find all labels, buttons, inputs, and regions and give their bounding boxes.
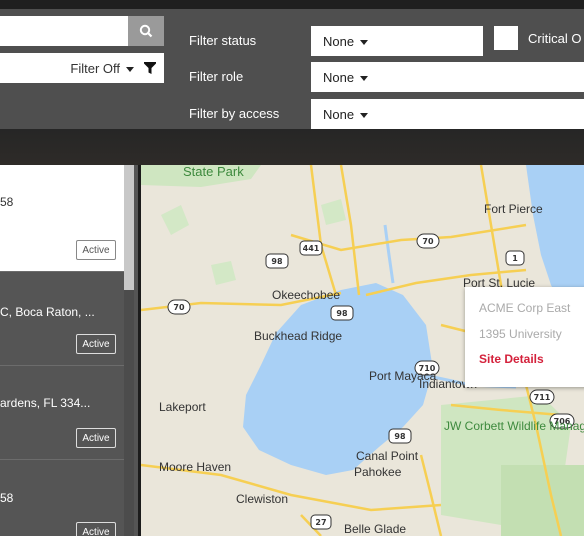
highway-shield-label: 70 [422,237,434,246]
map-label: Belle Glade [344,522,406,536]
filter-status-label: Filter status [189,33,257,48]
search-icon [139,24,153,38]
site-details-link[interactable]: Site Details [479,352,544,366]
list-item[interactable]: ardens, FL 334... Active [0,366,124,460]
map-label: State Park [183,165,244,179]
highway-shield-label: 70 [173,303,185,312]
map-label: Okeechobee [272,288,340,302]
funnel-icon [144,62,156,74]
chevron-down-icon [126,66,134,72]
map-label: Port Mayaca [369,369,437,383]
status-badge: Active [76,240,116,260]
map-label: Lakeport [159,400,206,414]
critical-label: Critical O [528,31,582,46]
popup-site-address: 1395 University [479,327,562,341]
status-badge: Active [76,334,116,354]
map-label: Canal Point [356,449,419,463]
site-info-popup: ACME Corp East 1395 University Site Deta… [465,287,584,387]
highway-shield-label: 27 [315,518,326,527]
top-edge [0,0,584,9]
filter-access-label: Filter by access [189,106,280,121]
list-item[interactable]: 58 Active [0,165,124,272]
filter-access-select[interactable]: None [311,99,584,129]
site-list[interactable]: 58 Active C, Boca Raton, ... Active arde… [0,165,138,536]
highway-shield-label: 1 [512,254,518,263]
map-label: Buckhead Ridge [254,329,342,343]
site-address: ardens, FL 334... [0,396,91,410]
critical-checkbox[interactable] [494,26,518,50]
popup-site-name: ACME Corp East [479,301,571,315]
filter-role-select[interactable]: None [311,62,584,92]
toolbar-shadow-band [0,129,584,165]
status-badge: Active [76,428,116,448]
filter-access-value: None [323,106,355,122]
map-label: Pahokee [354,465,402,479]
filter-status-value: None [323,33,355,49]
filter-toggle-button[interactable]: Filter Off [0,53,164,83]
search-button[interactable] [128,16,164,46]
highway-shield-label: 711 [534,393,551,402]
map-label: Fort Pierce [484,202,543,216]
status-badge: Active [76,522,116,536]
chevron-down-icon [360,75,369,81]
filter-status-select[interactable]: None [311,26,483,56]
search-input[interactable] [0,16,128,46]
site-address: 58 [0,195,14,209]
list-scrollbar-thumb[interactable] [124,165,134,290]
highway-shield-label: 98 [394,432,406,441]
highway-shield-label: 98 [336,309,348,318]
list-item[interactable]: 58 Active [0,460,124,536]
map-label: Moore Haven [159,460,231,474]
site-address: C, Boca Raton, ... [0,305,95,319]
map-label: Clewiston [236,492,288,506]
site-address: 58 [0,491,14,505]
filter-role-value: None [323,69,355,85]
map-label: JW Corbett Wildlife Management Area [444,419,584,433]
list-item[interactable]: C, Boca Raton, ... Active [0,272,124,366]
filter-role-label: Filter role [189,69,244,84]
highway-shield-label: 441 [303,244,320,253]
chevron-down-icon [360,39,369,45]
highway-shield-label: 98 [271,257,283,266]
filter-toggle-label: Filter Off [70,60,120,76]
chevron-down-icon [360,112,369,118]
